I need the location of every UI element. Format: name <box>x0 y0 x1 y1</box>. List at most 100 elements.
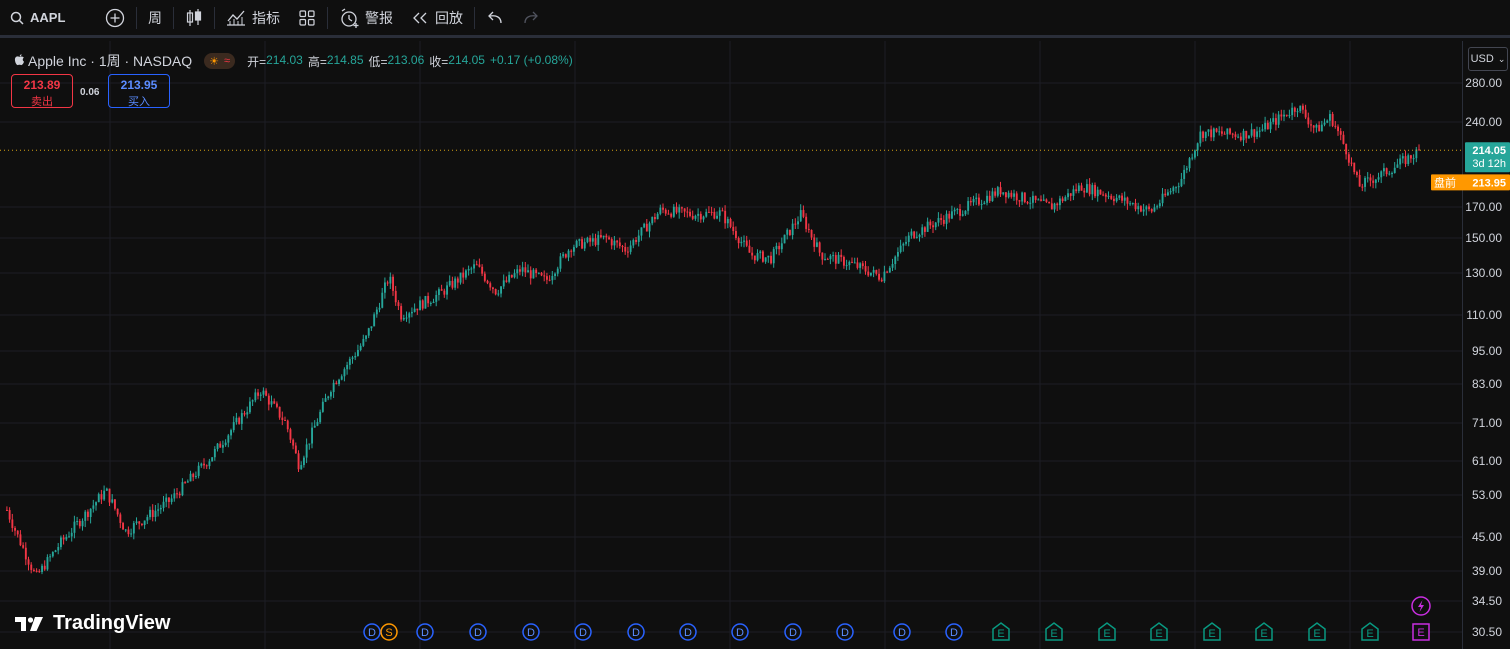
candle-body <box>902 243 905 246</box>
candle-body <box>470 268 473 270</box>
candle-body <box>143 520 146 526</box>
candle-body <box>529 270 532 279</box>
candle-body <box>76 521 79 523</box>
symbol-title[interactable]: Apple Inc · 1周 · NASDAQ <box>28 51 192 71</box>
candle-body <box>124 529 127 531</box>
event-marker-e[interactable]: E <box>1150 622 1168 641</box>
candle-body <box>1266 122 1269 130</box>
event-marker-e[interactable]: E <box>992 622 1010 641</box>
currency-selector[interactable]: USD ⌄ <box>1468 47 1508 71</box>
candle-body <box>824 258 826 260</box>
candle-body <box>135 521 138 524</box>
event-marker-e[interactable]: E <box>1255 622 1273 641</box>
candle-body <box>335 382 338 385</box>
candle-body <box>667 213 670 215</box>
candle-body <box>243 413 246 415</box>
event-marker-e[interactable]: E <box>1308 622 1326 641</box>
candle-body <box>1129 203 1132 205</box>
candle-body <box>1102 194 1105 196</box>
candle-body <box>1164 193 1167 196</box>
buy-price: 213.95 <box>120 78 158 92</box>
candle-body <box>381 292 384 308</box>
candle-body <box>321 401 324 412</box>
candle-body <box>875 270 878 274</box>
candle-body <box>1204 131 1207 138</box>
candle-body <box>1121 195 1123 201</box>
candle-body <box>794 223 797 225</box>
event-marker-d[interactable]: D <box>784 623 802 641</box>
event-marker-d[interactable]: D <box>627 623 645 641</box>
event-marker-d[interactable]: D <box>522 623 540 641</box>
svg-text:E: E <box>997 628 1004 640</box>
last-price-label: 214.05 <box>1472 145 1506 157</box>
event-marker-d[interactable]: D <box>574 623 592 641</box>
candle-body <box>240 413 243 424</box>
candle-body <box>1401 156 1404 159</box>
high-label: 高= <box>307 54 327 69</box>
candle-body <box>516 269 519 274</box>
candle-body <box>886 271 889 273</box>
candle-body <box>265 390 268 396</box>
buy-button[interactable]: 213.95 买入 <box>108 74 170 108</box>
price-axis[interactable]: 280.00 240.00 170.00 150.00 130.00 110.00 95.0… <box>1431 76 1510 639</box>
candle-body <box>621 246 624 248</box>
candle-body <box>408 313 411 318</box>
event-marker-e[interactable]: E <box>1203 622 1221 641</box>
event-marker-d[interactable]: D <box>731 623 749 641</box>
candle-body <box>1110 195 1113 199</box>
candle-body <box>1018 200 1021 202</box>
price-tick-label: 280.00 <box>1465 76 1502 90</box>
candle-body <box>532 269 535 279</box>
candlestick-series <box>6 102 1420 575</box>
sell-button[interactable]: 213.89 卖出 <box>11 74 73 108</box>
event-marker-e[interactable]: E <box>1361 622 1379 641</box>
candle-body <box>1347 154 1350 163</box>
event-marker-d[interactable]: D <box>363 623 381 641</box>
candle-body <box>178 493 181 496</box>
event-marker-d[interactable]: D <box>679 623 697 641</box>
event-marker-e-upcoming[interactable]: E <box>1412 623 1430 641</box>
candle-body <box>856 262 859 268</box>
candle-body <box>232 422 235 431</box>
candle-body <box>324 398 327 402</box>
event-marker-d[interactable]: D <box>945 623 963 641</box>
candle-body <box>845 265 848 267</box>
candle-body <box>510 274 513 278</box>
premarket-price-label: 213.95 <box>1472 177 1506 189</box>
event-marker-d[interactable]: D <box>836 623 854 641</box>
candle-body <box>618 242 621 247</box>
candle-body <box>945 213 948 224</box>
candle-body <box>168 497 170 502</box>
event-marker-e[interactable]: E <box>1045 622 1063 641</box>
candle-body <box>300 465 303 470</box>
candle-body <box>1094 185 1096 197</box>
candle-body <box>918 234 921 237</box>
event-marker-d[interactable]: D <box>416 623 434 641</box>
candle-body <box>743 240 745 242</box>
candle-body <box>87 511 89 517</box>
candle-body <box>11 519 14 528</box>
price-chart[interactable]: 280.00 240.00 170.00 150.00 130.00 110.00 95.0… <box>0 0 1510 649</box>
candle-body <box>964 210 967 215</box>
candle-body <box>683 208 686 212</box>
candle-body <box>1283 114 1285 117</box>
candle-body <box>605 235 608 238</box>
candle-body <box>1099 189 1102 195</box>
candle-body <box>162 501 165 508</box>
candle-body <box>305 444 308 458</box>
event-marker-s[interactable]: S <box>380 623 398 641</box>
candle-body <box>1396 164 1399 168</box>
candle-body <box>891 264 894 268</box>
candle-body <box>816 242 818 247</box>
price-tick-label: 34.50 <box>1472 594 1502 608</box>
candle-body <box>843 257 845 266</box>
candle-body <box>443 290 446 295</box>
event-marker-d[interactable]: D <box>893 623 911 641</box>
candle-body <box>33 569 35 571</box>
market-status-badge[interactable]: ☀ ≈ <box>204 53 236 69</box>
event-marker-e[interactable]: E <box>1098 622 1116 641</box>
event-marker-d[interactable]: D <box>469 623 487 641</box>
candle-body <box>691 215 694 219</box>
candle-body <box>708 211 710 213</box>
tradingview-logo[interactable]: TradingView <box>15 612 170 635</box>
